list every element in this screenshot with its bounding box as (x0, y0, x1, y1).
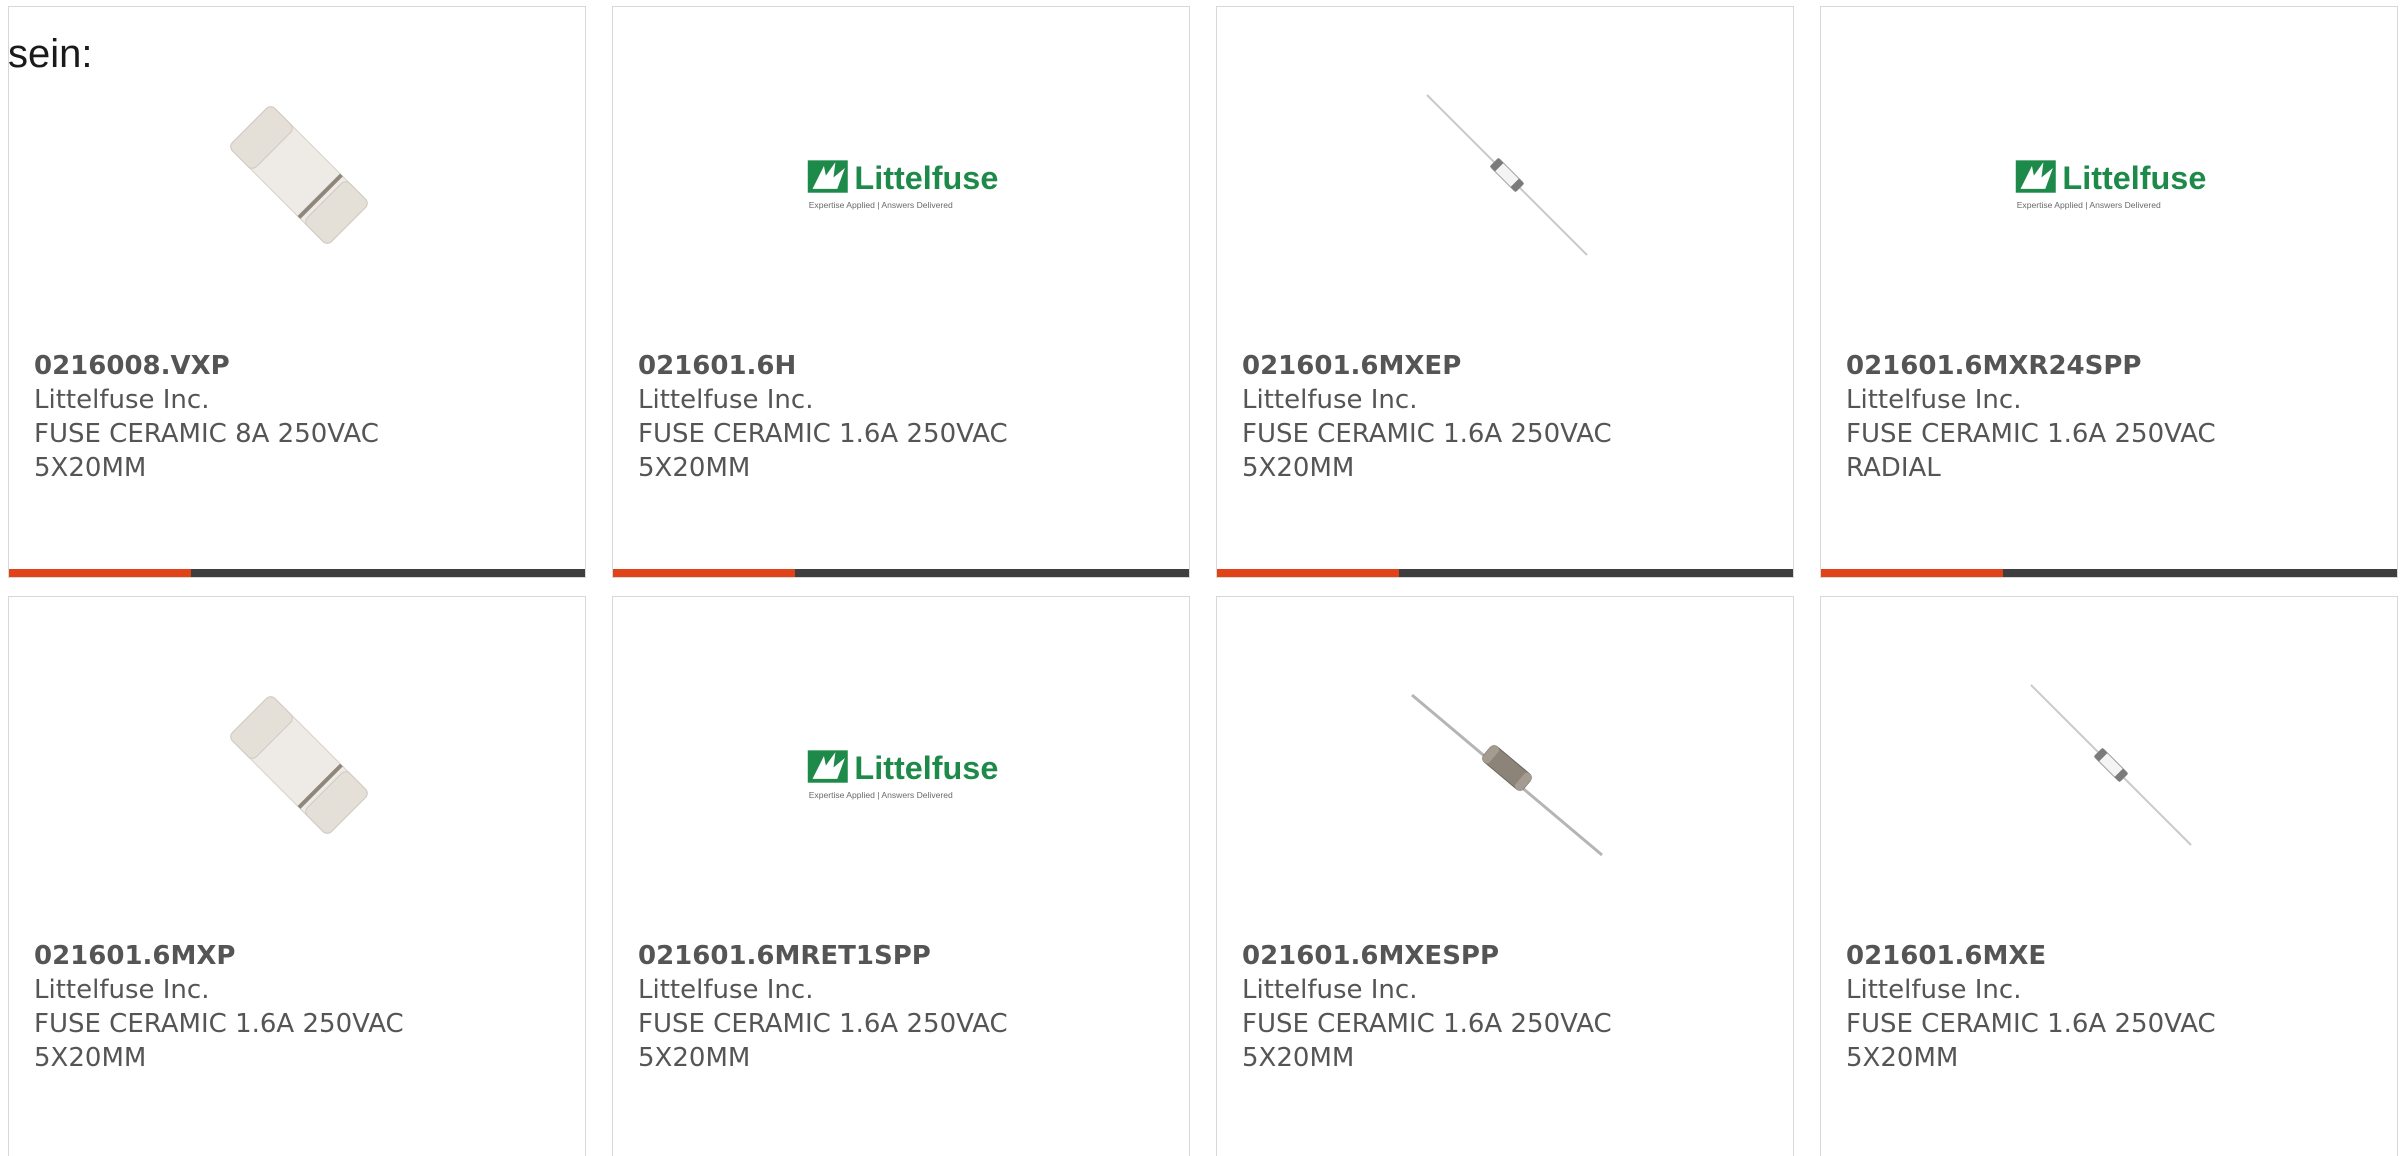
axial-fuse-icon (2030, 684, 2192, 846)
littelfuse-logo: Littelfuse Expertise Applied | Answers D… (807, 160, 998, 210)
part-number[interactable]: 021601.6MXE (1846, 939, 2373, 973)
manufacturer: Littelfuse Inc. (638, 975, 814, 1005)
card-accent-bar (1217, 569, 1793, 577)
part-number[interactable]: 021601.6MXP (34, 939, 561, 973)
part-number[interactable]: 021601.6MXESPP (1242, 939, 1769, 973)
card-accent-bar (1821, 569, 2397, 577)
description: FUSE CERAMIC 1.6A 250VAC 5X20MM (34, 1009, 404, 1073)
part-number[interactable]: 021601.6H (638, 349, 1165, 383)
product-image[interactable]: Littelfuse Expertise Applied | Answers D… (803, 677, 1003, 877)
description: FUSE CERAMIC 1.6A 250VAC 5X20MM (638, 1009, 1008, 1073)
product-info: 021601.6MRET1SPP Littelfuse Inc. FUSE CE… (638, 939, 1165, 1075)
product-card[interactable]: 0216008.VXP Littelfuse Inc. FUSE CERAMIC… (8, 6, 586, 578)
description: FUSE CERAMIC 1.6A 250VAC 5X20MM (1242, 419, 1612, 483)
product-info: 0216008.VXP Littelfuse Inc. FUSE CERAMIC… (34, 349, 561, 485)
product-image[interactable] (199, 665, 399, 865)
intro-text: sein: (8, 32, 93, 76)
product-card[interactable]: Littelfuse Expertise Applied | Answers D… (612, 596, 1190, 1156)
product-info: 021601.6MXE Littelfuse Inc. FUSE CERAMIC… (1846, 939, 2373, 1075)
description: FUSE CERAMIC 1.6A 250VAC 5X20MM (1846, 1009, 2216, 1073)
description: FUSE CERAMIC 1.6A 250VAC RADIAL (1846, 419, 2216, 483)
part-number[interactable]: 021601.6MRET1SPP (638, 939, 1165, 973)
product-image[interactable]: Littelfuse Expertise Applied | Answers D… (2011, 87, 2211, 287)
description: FUSE CERAMIC 1.6A 250VAC 5X20MM (638, 419, 1008, 483)
manufacturer: Littelfuse Inc. (1242, 385, 1418, 415)
cartridge-fuse-icon (230, 106, 368, 244)
manufacturer: Littelfuse Inc. (1846, 975, 2022, 1005)
svg-text:Littelfuse: Littelfuse (2062, 160, 2206, 196)
product-card[interactable]: Littelfuse Expertise Applied | Answers D… (612, 6, 1190, 578)
product-info: 021601.6MXEP Littelfuse Inc. FUSE CERAMI… (1242, 349, 1769, 485)
part-number[interactable]: 0216008.VXP (34, 349, 561, 383)
product-image[interactable] (1407, 665, 1607, 865)
littelfuse-logo: Littelfuse Expertise Applied | Answers D… (807, 750, 998, 800)
card-accent-bar (613, 569, 1189, 577)
manufacturer: Littelfuse Inc. (34, 385, 210, 415)
svg-text:Littelfuse: Littelfuse (854, 160, 998, 196)
product-card[interactable]: Littelfuse Expertise Applied | Answers D… (1820, 6, 2398, 578)
axial-fuse-icon (1426, 94, 1588, 256)
svg-text:Expertise Applied | Answers De: Expertise Applied | Answers Delivered (809, 200, 953, 210)
product-info: 021601.6H Littelfuse Inc. FUSE CERAMIC 1… (638, 349, 1165, 485)
page: sein: 0216008.VXP Littelfuse Inc. FUSE C… (0, 0, 2400, 1156)
svg-text:Expertise Applied | Answers De: Expertise Applied | Answers Delivered (2017, 200, 2161, 210)
manufacturer: Littelfuse Inc. (1242, 975, 1418, 1005)
product-info: 021601.6MXR24SPP Littelfuse Inc. FUSE CE… (1846, 349, 2373, 485)
manufacturer: Littelfuse Inc. (1846, 385, 2022, 415)
littelfuse-logo: Littelfuse Expertise Applied | Answers D… (2015, 160, 2206, 210)
manufacturer: Littelfuse Inc. (34, 975, 210, 1005)
axial-fuse-dark-icon (1411, 693, 1603, 857)
product-image[interactable]: Littelfuse Expertise Applied | Answers D… (803, 87, 1003, 287)
part-number[interactable]: 021601.6MXEP (1242, 349, 1769, 383)
card-accent-bar (9, 569, 585, 577)
part-number[interactable]: 021601.6MXR24SPP (1846, 349, 2373, 383)
svg-text:Expertise Applied | Answers De: Expertise Applied | Answers Delivered (809, 790, 953, 800)
manufacturer: Littelfuse Inc. (638, 385, 814, 415)
product-info: 021601.6MXESPP Littelfuse Inc. FUSE CERA… (1242, 939, 1769, 1075)
product-card[interactable]: 021601.6MXESPP Littelfuse Inc. FUSE CERA… (1216, 596, 1794, 1156)
product-image[interactable] (2011, 665, 2211, 865)
description: FUSE CERAMIC 8A 250VAC 5X20MM (34, 419, 379, 483)
product-card[interactable]: 021601.6MXE Littelfuse Inc. FUSE CERAMIC… (1820, 596, 2398, 1156)
description: FUSE CERAMIC 1.6A 250VAC 5X20MM (1242, 1009, 1612, 1073)
svg-text:Littelfuse: Littelfuse (854, 750, 998, 786)
product-image[interactable] (199, 75, 399, 275)
product-grid: 0216008.VXP Littelfuse Inc. FUSE CERAMIC… (8, 6, 2400, 1156)
product-info: 021601.6MXP Littelfuse Inc. FUSE CERAMIC… (34, 939, 561, 1075)
product-card[interactable]: 021601.6MXEP Littelfuse Inc. FUSE CERAMI… (1216, 6, 1794, 578)
cartridge-fuse-icon (230, 696, 368, 834)
product-image[interactable] (1407, 75, 1607, 275)
product-card[interactable]: 021601.6MXP Littelfuse Inc. FUSE CERAMIC… (8, 596, 586, 1156)
